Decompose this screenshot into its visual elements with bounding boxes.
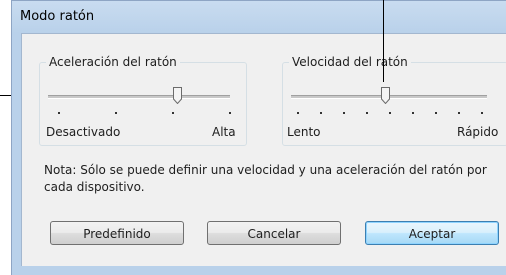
speed-tick [320,112,322,114]
speed-tick [435,112,437,114]
acceleration-slider-track [48,95,230,99]
window-title: Modo ratón [20,9,95,24]
speed-group: Velocidad del ratón Lento Rápido [282,55,506,146]
speed-tick [458,112,460,114]
speed-tick [481,112,483,114]
acceleration-slider-thumb[interactable] [173,87,182,104]
acceleration-legend: Aceleración del ratón [46,55,180,69]
acceleration-tick [229,112,231,114]
speed-tick [366,112,368,114]
callout-line-top [383,0,384,82]
dialog-client-area: Aceleración del ratón Desactivado Alta V… [21,33,506,266]
acceleration-slider[interactable] [48,83,240,123]
acceleration-max-label: Alta [212,125,236,139]
acceleration-tick [58,112,60,114]
speed-tick [297,112,299,114]
title-bar[interactable]: Modo ratón [12,1,506,33]
speed-max-label: Rápido [457,125,499,139]
acceleration-min-label: Desactivado [46,125,121,139]
acceleration-tick [115,112,117,114]
note-text: Nota: Sólo se puede definir una velocida… [44,163,487,194]
speed-tick [389,112,391,114]
speed-tick [343,112,345,114]
speed-min-label: Lento [287,125,321,139]
speed-slider-thumb[interactable] [381,87,390,104]
accept-button[interactable]: Aceptar [365,221,499,245]
acceleration-tick [172,112,174,114]
speed-legend: Velocidad del ratón [289,55,411,69]
acceleration-group: Aceleración del ratón Desactivado Alta [39,55,247,146]
speed-slider[interactable] [291,83,503,123]
cancel-button[interactable]: Cancelar [207,221,341,245]
speed-tick [412,112,414,114]
default-button[interactable]: Predefinido [50,221,184,245]
dialog-window: Modo ratón Aceleración del ratón Desacti… [11,0,506,275]
